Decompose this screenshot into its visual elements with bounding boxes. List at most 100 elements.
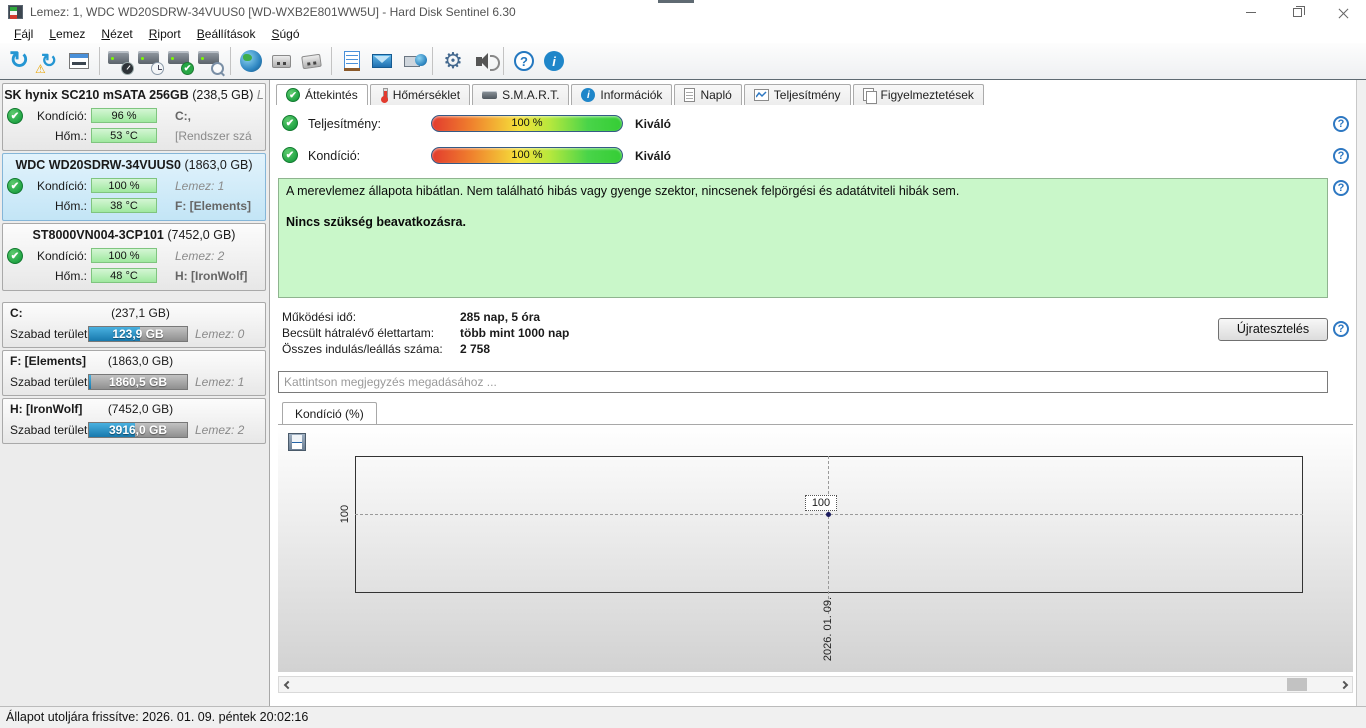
mail-icon[interactable] [367,46,397,76]
app-window: Lemez: 1, WDC WD20SDRW-34VUUS0 [WD-WXB2E… [0,0,1366,728]
tab-label: Hőmérséklet [392,88,461,102]
disk-sidebar: SK hynix SC210 mSATA 256GB (238,5 GB) L … [0,80,270,706]
free-space-label: Szabad terület [10,375,88,389]
partition-panel-h[interactable]: H: [IronWolf] (7452,0 GB) Szabad terület… [2,398,266,444]
disk-icon [482,91,498,99]
disk-panel-sk-hynix[interactable]: SK hynix SC210 mSATA 256GB (238,5 GB) L … [2,83,266,151]
free-space-label: Szabad terület [10,423,88,437]
disk-suffix: L [256,88,264,102]
tab-label: S.M.A.R.T. [502,88,560,102]
scrollbar-thumb[interactable] [1287,678,1307,691]
chart-plot-area [355,456,1303,593]
chart-horizontal-scrollbar[interactable] [278,676,1353,693]
tab-alerts[interactable]: Figyelmeztetések [852,84,984,105]
menu-bar: Fájl Lemez Nézet Riport Beállítások Súgó [0,24,1366,43]
tab-strip: ✔ Áttekintés Hőmérséklet S.M.A.R.T. i Info… [276,84,984,105]
partition-panel-c[interactable]: C: (237,1 GB) Szabad terület 123,9 GB Le… [2,302,266,348]
refresh-warning-icon[interactable]: ↻ ⚠ [34,46,64,77]
partition-panel-f[interactable]: F: [Elements] (1863,0 GB) Szabad terület… [2,350,266,396]
save-chart-icon[interactable] [288,433,306,451]
toolbar-separator [331,47,332,75]
tab-log[interactable]: Napló [674,84,742,105]
toolbar-separator [99,47,100,75]
help-status-icon[interactable]: ? [1333,180,1349,196]
temperature-bar: 48 °C [91,268,157,283]
network-share-icon[interactable] [397,46,427,76]
menu-disk[interactable]: Lemez [41,26,93,42]
performance-meter: 100 % [431,115,623,132]
disk-panel-st8000[interactable]: ST8000VN004-3CP101 (7452,0 GB) ✔ Kondíci… [2,223,266,291]
help-retest-icon[interactable]: ? [1333,321,1349,337]
power-on-time-label: Működési idő: [282,310,357,324]
tab-overview[interactable]: ✔ Áttekintés [276,84,368,105]
close-button[interactable] [1320,0,1366,24]
chart-x-tick: 2026. 01. 09. [822,596,834,662]
pages-icon [862,88,877,104]
disk-check-icon[interactable]: ✔ [165,46,195,76]
app-icon [8,5,23,19]
health-status-box: A merevlemez állapota hibátlan. Nem talá… [278,178,1328,298]
network-disk-icon[interactable] [236,46,266,76]
toolbar: ↻ ↻ ⚠ ✔ ⚙ ? i [0,43,1366,80]
help-icon[interactable]: ? [509,46,539,76]
report-window-icon[interactable] [64,46,94,76]
menu-view[interactable]: Nézet [93,26,140,42]
disk-panel-wdc[interactable]: WDC WD20SDRW-34VUUS0 (1863,0 GB) ✔ Kondí… [2,153,266,221]
condition-row: ✔ Kondíció: 100 % Kiváló [278,147,1318,165]
retest-button[interactable]: Újratesztelés [1218,318,1328,341]
menu-report[interactable]: Riport [141,26,189,42]
ok-check-icon: ✔ [282,147,298,163]
temperature-note: F: [Elements] [175,199,252,213]
sound-icon[interactable] [468,46,500,76]
lifetime-info: Működési idő: 285 nap, 5 óra Becsült hátr… [282,309,569,357]
temperature-label: Hőm.: [54,199,87,213]
chart-icon [753,89,769,101]
main-content: ✔ Áttekintés Hőmérséklet S.M.A.R.T. i Info… [272,80,1366,706]
chart-tab-condition[interactable]: Kondíció (%) [282,402,377,424]
health-status-text: A merevlemez állapota hibátlan. Nem talá… [286,184,960,198]
menu-help[interactable]: Súgó [263,26,307,42]
right-edge-strip [1356,80,1366,706]
condition-rating: Kiváló [635,149,672,163]
tab-information[interactable]: i Információk [571,84,673,105]
partition-size: (237,1 GB) [111,306,170,320]
tab-label: Áttekintés [305,88,358,102]
performance-value: 100 % [511,117,543,129]
tab-temperature[interactable]: Hőmérséklet [369,84,471,105]
disk-dock-icon[interactable] [296,46,326,76]
settings-gear-icon[interactable]: ⚙ [438,46,468,76]
condition-chart-pane: 100 100 2026. 01. 09. [278,424,1353,672]
scroll-left-arrow[interactable] [279,677,296,692]
disk-size: (238,5 GB) [192,88,254,102]
performance-label: Teljesítmény: [308,117,381,131]
performance-row: ✔ Teljesítmény: 100 % Kiváló [278,115,1318,133]
disk-clock-icon[interactable] [135,46,165,76]
ok-check-icon: ✔ [7,248,23,264]
notes-icon[interactable] [337,46,367,76]
check-circle-icon: ✔ [286,88,300,102]
disk-connector-icon[interactable] [266,46,296,76]
condition-label: Kondíció: [36,109,87,123]
scroll-right-arrow[interactable] [1335,677,1352,692]
info-icon[interactable]: i [539,46,569,76]
thermometer-icon [380,87,388,103]
condition-bar: 100 % [91,248,157,263]
refresh-icon[interactable]: ↻ [4,46,34,76]
menu-settings[interactable]: Beállítások [189,26,264,42]
minimize-button[interactable] [1228,0,1274,24]
comment-input[interactable] [278,371,1328,393]
help-performance-icon[interactable]: ? [1333,116,1349,132]
menu-file[interactable]: Fájl [6,26,41,42]
disk-search-icon[interactable] [195,46,225,76]
help-condition-icon[interactable]: ? [1333,148,1349,164]
info-circle-icon: i [581,88,596,102]
condition-value: 100 % [511,149,543,161]
tab-smart[interactable]: S.M.A.R.T. [472,84,570,105]
status-text: Állapot utoljára frissítve: 2026. 01. 09… [6,710,309,724]
disk-gauge-icon[interactable] [105,46,135,76]
maximize-button[interactable] [1274,0,1320,24]
condition-note: Lemez: 2 [175,249,225,263]
tab-performance[interactable]: Teljesítmény [743,84,851,105]
disk-name: ST8000VN004-3CP101 [32,228,164,242]
disk-size: (1863,0 GB) [184,158,253,172]
